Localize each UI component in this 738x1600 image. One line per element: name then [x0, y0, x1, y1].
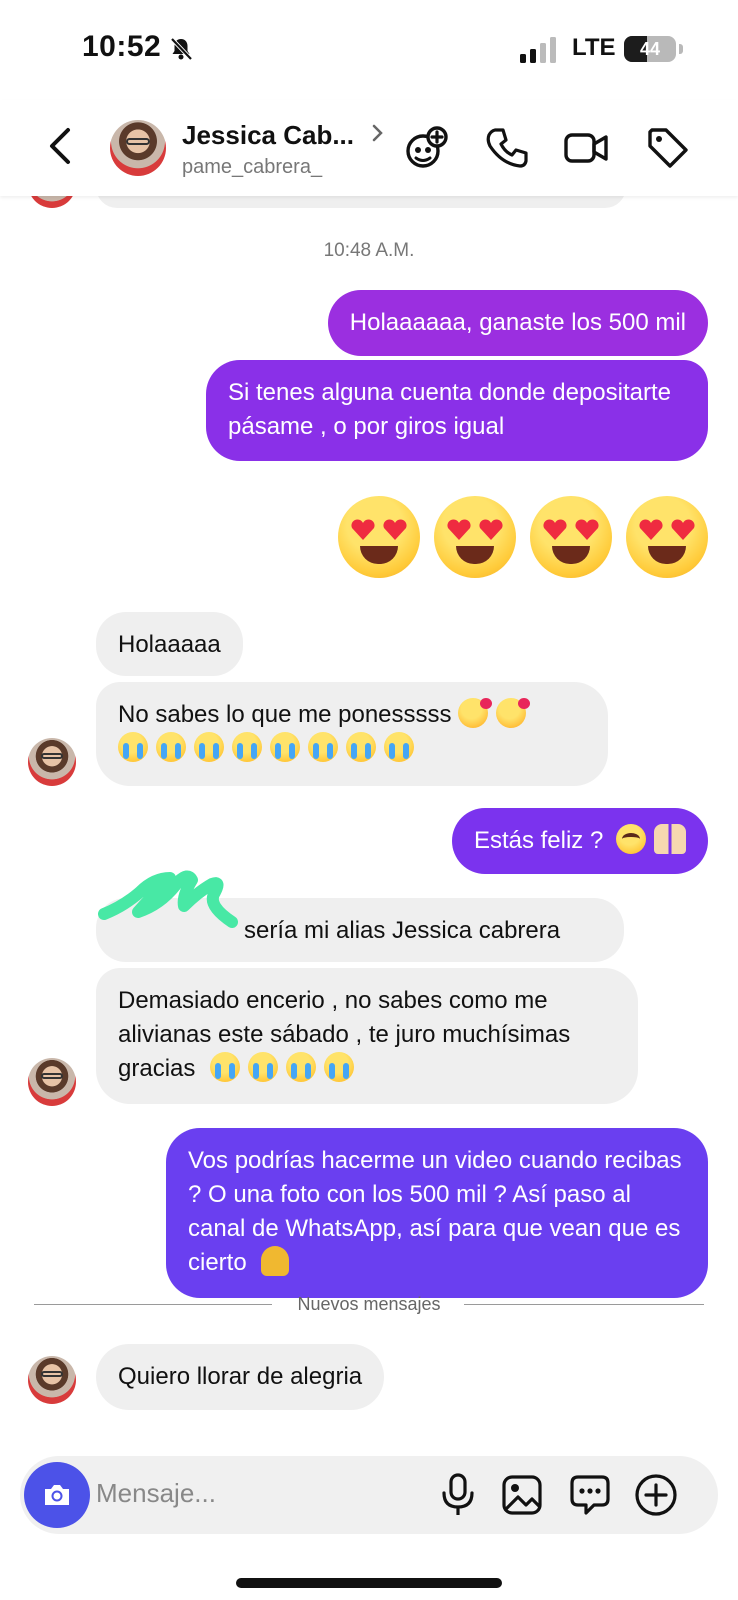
- camera-icon: [45, 1485, 69, 1505]
- crying-emoji: [248, 1052, 279, 1082]
- crying-emoji: [232, 732, 262, 762]
- home-indicator[interactable]: [236, 1578, 502, 1588]
- message-composer: Mensaje...: [20, 1456, 718, 1534]
- message-in[interactable]: No sabes lo que me ponesssss: [96, 682, 608, 786]
- plus-icon[interactable]: [632, 1471, 680, 1519]
- message-text: Holaaaaaa, ganaste los 500 mil: [349, 309, 686, 336]
- chevron-right-icon[interactable]: [370, 122, 386, 144]
- crying-emoji: [384, 732, 414, 762]
- status-time: 10:52: [82, 30, 162, 63]
- contact-avatar-small[interactable]: [28, 1058, 76, 1106]
- new-messages-label: Nuevos mensajes: [297, 1294, 441, 1314]
- message-text: Estás feliz ?: [473, 827, 604, 854]
- message-text: Si tenes alguna cuenta donde depositarte…: [228, 379, 672, 440]
- message-in[interactable]: Quiero llorar de alegria: [96, 1344, 385, 1410]
- tag-icon[interactable]: [644, 124, 692, 172]
- chat-header: Jessica Cab... pame_cabrera_: [0, 100, 738, 196]
- crying-emoji: [324, 1052, 355, 1082]
- image-icon[interactable]: [498, 1471, 546, 1519]
- contact-name[interactable]: Jessica Cab...: [182, 120, 354, 151]
- heart-eyes-emoji: [626, 496, 708, 578]
- message-out[interactable]: Estás feliz ?: [451, 808, 708, 874]
- crying-emoji: [210, 1052, 241, 1082]
- green-scribble-redaction: [98, 870, 238, 928]
- message-text: No sabes lo que me ponesssss: [118, 701, 452, 728]
- battery-icon: 44: [624, 36, 676, 62]
- smiling-hearts-emoji: [458, 698, 493, 728]
- contact-avatar[interactable]: [110, 120, 166, 176]
- message-text: sería mi alias Jessica cabrera: [244, 917, 561, 944]
- contact-avatar-small: [28, 196, 76, 208]
- phone-icon[interactable]: [484, 124, 532, 172]
- message-text: Holaaaaa: [118, 631, 221, 658]
- pleading-face-emoji: [616, 824, 646, 854]
- new-messages-divider: Nuevos mensajes: [34, 1294, 704, 1314]
- previous-message-bubble: [96, 196, 626, 208]
- message-in[interactable]: Demasiado encerio , no sabes como me ali…: [96, 968, 638, 1104]
- crying-emoji: [270, 732, 300, 762]
- message-text: Quiero llorar de alegria: [118, 1363, 363, 1390]
- crying-emoji: [346, 732, 376, 762]
- camera-button[interactable]: [24, 1462, 90, 1528]
- message-out[interactable]: Vos podrías hacerme un video cuando reci…: [166, 1128, 708, 1298]
- video-camera-icon[interactable]: [562, 124, 610, 172]
- folded-hands-emoji: [261, 1246, 290, 1276]
- status-bar: 10:52 LTE 44: [0, 0, 738, 100]
- crying-emoji: [156, 732, 186, 762]
- sticker-icon[interactable]: [566, 1471, 614, 1519]
- message-timestamp: 10:48 A.M.: [323, 240, 415, 261]
- crying-emoji: [118, 732, 148, 762]
- message-in[interactable]: Holaaaaa: [96, 612, 243, 676]
- heart-eyes-emoji: [434, 496, 516, 578]
- bell-muted-icon: [170, 37, 193, 61]
- contact-avatar-small[interactable]: [28, 1356, 76, 1404]
- raised-hands-emoji: [654, 824, 686, 854]
- heart-eyes-emoji: [530, 496, 612, 578]
- network-label: LTE: [572, 34, 616, 61]
- add-person-icon[interactable]: [402, 124, 450, 172]
- battery-nub: [679, 44, 683, 54]
- signal-icon: [520, 37, 556, 63]
- smiling-hearts-emoji: [496, 698, 531, 728]
- contact-avatar-small[interactable]: [28, 738, 76, 786]
- heart-eyes-emoji: [338, 496, 420, 578]
- message-input[interactable]: Mensaje...: [96, 1478, 216, 1509]
- back-chevron-icon[interactable]: [40, 124, 80, 168]
- crying-emoji: [286, 1052, 317, 1082]
- chat-thread[interactable]: 10:48 A.M. Holaaaaaa, ganaste los 500 mi…: [0, 196, 738, 1450]
- crying-emoji: [308, 732, 338, 762]
- microphone-icon[interactable]: [434, 1471, 482, 1519]
- message-out[interactable]: Si tenes alguna cuenta donde depositarte…: [206, 360, 708, 461]
- crying-emoji: [194, 732, 224, 762]
- message-out[interactable]: Holaaaaaa, ganaste los 500 mil: [327, 290, 708, 356]
- emoji-message[interactable]: [338, 496, 708, 578]
- contact-username: pame_cabrera_: [182, 156, 323, 178]
- battery-level: 44: [639, 39, 661, 59]
